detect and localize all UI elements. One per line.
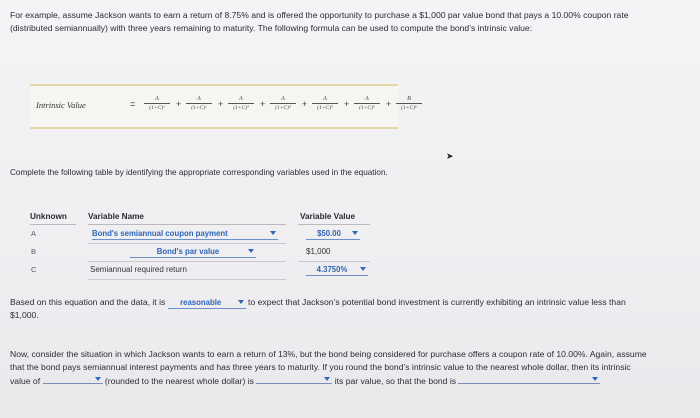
row-a-rule (88, 243, 286, 244)
based-before: Based on this equation and the data, it … (10, 297, 168, 307)
formula-plus: + (218, 99, 224, 109)
formula-term: A (1+C)⁵ (310, 95, 340, 112)
header-rule-name (88, 224, 286, 225)
now-part3: its par value, so that the bond is (332, 376, 459, 386)
variable-value-b: $1,000 (306, 247, 331, 256)
variable-value-dropdown-a-label: $50.00 (317, 229, 341, 238)
intrinsic-value-dropdown[interactable] (42, 374, 103, 384)
chevron-down-icon (352, 231, 358, 235)
formula-term-denominator: (1+C)⁴ (275, 105, 291, 111)
formula-plus: + (302, 99, 308, 109)
formula-equals: = (130, 99, 136, 109)
formula-term-denominator: (1+C)⁶ (401, 105, 417, 111)
formula-term-numerator: A (323, 96, 327, 102)
chevron-down-icon (94, 377, 101, 381)
now-part2: (rounded to the nearest whole dollar) is (102, 376, 257, 386)
formula-term-numerator: A (155, 96, 159, 102)
header-unknown: Unknown (30, 212, 67, 221)
formula-term-numerator: A (197, 96, 201, 102)
reasonableness-dropdown[interactable]: reasonable (167, 297, 246, 309)
header-variable-name: Variable Name (88, 212, 144, 221)
chevron-down-icon (324, 377, 331, 381)
reasonableness-dropdown-label: reasonable (180, 298, 222, 307)
formula-term-denominator: (1+C)⁶ (359, 105, 375, 111)
variable-value-dropdown-c[interactable]: 4.3750% (306, 264, 368, 276)
formula-box: Intrinsic Value = A (1+C)¹ + A (1+C)² + A (1+C)… (30, 84, 422, 129)
header-rule-unknown (30, 224, 76, 225)
row-c-rule (88, 279, 286, 280)
comparison-dropdown[interactable] (256, 374, 333, 384)
formula-term-denominator: (1+C)³ (233, 105, 249, 111)
formula-term-denominator: (1+C)² (191, 105, 207, 111)
formula-term: B (1+C)⁶ (394, 95, 424, 112)
bond-type-dropdown[interactable] (458, 374, 601, 384)
variable-value-dropdown-c-label: 4.3750% (316, 265, 348, 274)
formula-label: Intrinsic Value (36, 100, 86, 110)
row-b-value-rule (298, 261, 370, 262)
formula-term-numerator: A (239, 96, 243, 102)
row-a-letter: A (31, 229, 37, 238)
row-b-rule (88, 261, 286, 262)
formula-term-numerator: A (281, 96, 285, 102)
formula-term-denominator: (1+C)¹ (149, 105, 165, 111)
chevron-down-icon (270, 231, 276, 235)
formula-plus: + (386, 99, 392, 109)
formula-plus: + (176, 99, 182, 109)
header-variable-value: Variable Value (300, 212, 356, 221)
instruction-text: Complete the following table by identify… (10, 168, 388, 177)
chevron-down-icon (248, 249, 254, 253)
formula-term: A (1+C)³ (226, 95, 256, 112)
row-b-letter: B (31, 247, 37, 256)
based-paragraph: Based on this equation and the data, it … (10, 296, 650, 322)
mouse-cursor-icon: ➤ (446, 151, 454, 161)
formula-plus: + (344, 99, 350, 109)
intro-paragraph: For example, assume Jackson wants to ear… (10, 10, 629, 33)
variable-value-dropdown-a[interactable]: $50.00 (306, 228, 360, 240)
formula-term: A (1+C)¹ (142, 95, 172, 112)
formula-term-numerator: A (365, 96, 369, 102)
formula-plus: + (260, 99, 266, 109)
variable-name-dropdown-b[interactable]: Bond's par value (130, 246, 256, 258)
now-paragraph: Now, consider the situation in which Jac… (10, 348, 650, 388)
variable-name-dropdown-a[interactable]: Bond's semiannual coupon payment (92, 228, 278, 240)
formula-term: A (1+C)⁴ (268, 95, 298, 112)
formula-term: A (1+C)⁶ (352, 95, 382, 112)
formula-term-denominator: (1+C)⁵ (317, 105, 333, 111)
row-c-letter: C (31, 265, 37, 274)
variable-name-dropdown-a-label: Bond's semiannual coupon payment (92, 229, 228, 238)
header-rule-value (298, 224, 370, 225)
formula-term: A (1+C)² (184, 95, 214, 112)
formula-term-numerator: B (407, 96, 411, 102)
chevron-down-icon (592, 377, 599, 381)
chevron-down-icon (237, 300, 244, 304)
variable-name-dropdown-b-label: Bond's par value (156, 247, 220, 256)
variable-name-c: Semiannual required return (90, 265, 187, 274)
chevron-down-icon (360, 267, 366, 271)
